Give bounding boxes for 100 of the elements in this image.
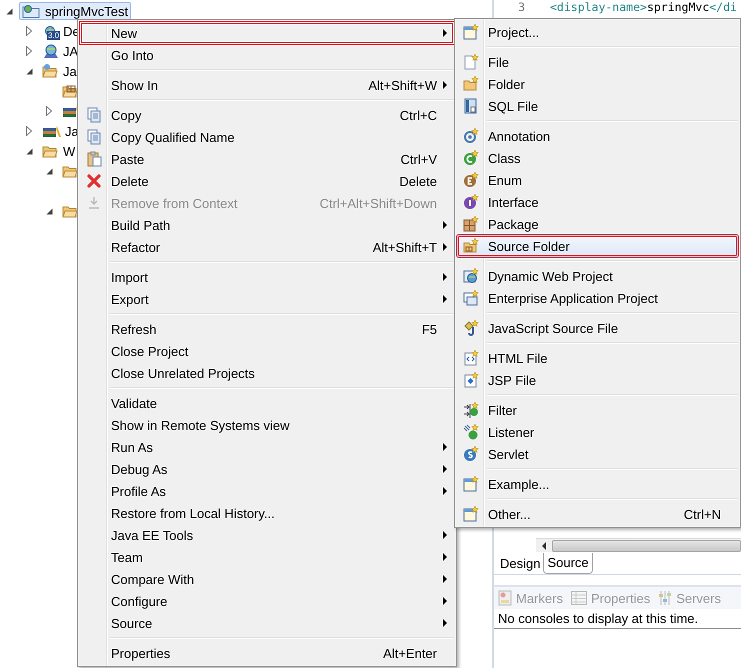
submenu-arrow-icon [443,553,447,561]
menu-item[interactable]: Show In Alt+Shift+W [80,74,454,96]
menu-item[interactable]: Servlet [457,443,738,465]
menu-item[interactable]: Refresh F5 [80,318,454,340]
menu-item[interactable]: Restore from Local History... [80,502,454,524]
editor-tab[interactable]: Source [543,553,593,574]
collapse-arrow-icon[interactable] [46,168,52,174]
menu-item[interactable]: JavaScript Source File [457,317,738,339]
tree-item[interactable]: springMvcTest [19,2,132,20]
menu-item[interactable]: Package [457,213,738,235]
new-window-icon [463,476,479,492]
code-line: <display-name>springMvc</di [550,0,737,15]
menu-item[interactable]: Project... [457,21,738,43]
new-window-icon [463,24,479,40]
menu-item[interactable]: Compare With [80,568,454,590]
submenu-arrow-icon [443,575,447,583]
menu-item[interactable]: Dynamic Web Project [457,265,738,287]
submenu-arrow-icon [443,443,447,451]
menu-item[interactable]: Close Unrelated Projects [80,362,454,384]
collapse-arrow-icon[interactable] [6,8,12,14]
expand-arrow-icon[interactable] [26,46,32,56]
submenu-arrow-icon [443,465,447,473]
menu-item[interactable]: Build Path [80,214,454,236]
collapse-arrow-icon[interactable] [26,148,32,154]
delete-icon [86,173,102,189]
submenu-arrow-icon [443,221,447,229]
menu-item[interactable]: Interface [457,191,738,213]
menu-item[interactable]: Team [80,546,454,568]
menu-item[interactable]: File [457,51,738,73]
menu-item[interactable]: Close Project [80,340,454,362]
clipboard-icon [86,151,102,167]
menu-item[interactable]: Filter [457,399,738,421]
tree-item[interactable]: Ja [39,62,80,80]
package-folder-icon [62,83,80,99]
menu-item[interactable]: Delete Delete [80,170,454,192]
submenu-arrow-icon [443,243,447,251]
menu-item[interactable]: HTML File [457,347,738,369]
horizontal-scrollbar[interactable] [536,538,741,552]
menu-item[interactable]: Example... [457,473,738,495]
submenu-arrow-icon [443,487,447,495]
menu-item[interactable]: Validate [80,392,454,414]
menu-item[interactable]: Properties Alt+Enter [80,642,454,664]
project-folder-icon [22,3,42,19]
menu-item[interactable]: Debug As [80,458,454,480]
shortcut-label: Ctrl+N [684,506,721,522]
editor-tab[interactable]: Design [497,554,544,574]
shortcut-label: Ctrl+V [400,152,437,166]
expand-arrow-icon[interactable] [26,26,32,36]
menu-item[interactable]: Refactor Alt+Shift+T [80,236,454,258]
menu-item[interactable]: Go Into [80,44,454,66]
shortcut-label: Alt+Shift+W [368,78,437,92]
tree-item[interactable]: W [39,142,78,160]
menu-item[interactable]: JSP File [457,369,738,391]
package-icon [463,216,479,232]
annotation-icon [463,128,479,144]
menu-item[interactable]: Folder [457,73,738,95]
menu-item[interactable]: Class [457,147,738,169]
folder-icon [42,63,60,79]
menu-item[interactable]: New [80,22,454,44]
submenu-arrow-icon [443,81,447,89]
shortcut-label: Ctrl+C [400,108,437,122]
shortcut-label: Alt+Shift+T [372,240,437,254]
tree-item[interactable]: JA [39,42,82,60]
shortcut-label: Alt+Enter [383,646,437,660]
menu-item[interactable]: Export [80,288,454,310]
menu-item[interactable]: Configure [80,590,454,612]
menu-item[interactable]: Paste Ctrl+V [80,148,454,170]
menu-item[interactable]: Show in Remote Systems view [80,414,454,436]
menu-item[interactable]: Copy Qualified Name [80,126,454,148]
database-file-icon [463,98,479,114]
menu-item[interactable]: Other... Ctrl+N [457,503,738,525]
collapse-arrow-icon[interactable] [26,68,32,74]
version-badge: 3.0 [47,30,60,40]
menu-item[interactable]: SQL File [457,95,738,117]
submenu-arrow-icon [443,619,447,627]
sliders-icon [658,590,672,606]
remove-icon [86,195,102,211]
collapse-arrow-icon[interactable] [46,208,52,214]
menu-item[interactable]: Enum [457,169,738,191]
servlet-icon [463,446,479,462]
listener-icon [463,424,479,440]
menu-item[interactable]: Source Folder [457,235,738,257]
new-folder-icon [463,76,479,92]
menu-item[interactable]: Annotation [457,125,738,147]
markers-icon [498,590,512,606]
line-number: 3 [517,0,526,15]
expand-arrow-icon[interactable] [26,126,32,136]
script-file-icon [463,320,479,336]
menu-item[interactable]: Import [80,266,454,288]
menu-item[interactable]: Source [80,612,454,634]
class-icon [463,150,479,166]
menu-item[interactable]: Run As [80,436,454,458]
expand-arrow-icon[interactable] [46,106,52,116]
web-project-icon [463,268,479,284]
menu-item[interactable]: Java EE Tools [80,524,454,546]
menu-item[interactable]: Profile As [80,480,454,502]
menu-item[interactable]: Copy Ctrl+C [80,104,454,126]
menu-item[interactable]: Enterprise Application Project [457,287,738,309]
interface-icon [463,194,479,210]
menu-item[interactable]: Listener [457,421,738,443]
